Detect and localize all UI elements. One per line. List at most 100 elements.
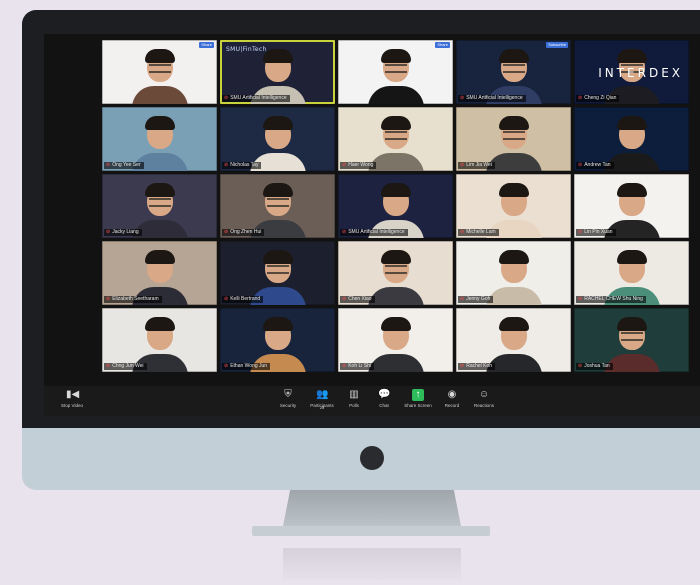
- participant-hair: [262, 183, 293, 197]
- muted-mic-icon: ⊘: [578, 95, 583, 101]
- monitor-base: [252, 526, 490, 536]
- virtual-background-logo: SMU|FinTech: [226, 46, 267, 53]
- participant-name: ⊘ Koh Li Shi: [340, 363, 374, 370]
- participant-hair: [144, 250, 175, 264]
- participant-tile[interactable]: ⊘ Jacky Liang: [102, 174, 217, 238]
- glasses: [502, 64, 525, 73]
- participant-name-text: Kelli Bertrand: [230, 296, 261, 302]
- overlay-badge: Share: [199, 42, 214, 48]
- participant-tile[interactable]: ⊘ Ethan Wong Jun: [220, 308, 335, 372]
- participant-video: [128, 46, 192, 104]
- participant-tile[interactable]: ⊘ Koh Li Shi: [338, 308, 453, 372]
- participant-name-text: Chng Jun Wei: [112, 363, 144, 369]
- participant-tile[interactable]: Subscribe ⊘ SMU Artificial Intelligence: [456, 40, 571, 104]
- participant-body: [131, 86, 188, 104]
- smiley-icon: ☺: [478, 389, 490, 400]
- participant-hair: [144, 116, 175, 130]
- participant-tile[interactable]: ⊘ Kelli Bertrand: [220, 241, 335, 305]
- participant-hair: [380, 116, 411, 130]
- record-icon: ◉: [447, 389, 457, 400]
- participant-tile[interactable]: ⊘ Ong Zhen Hui: [220, 174, 335, 238]
- participant-hair: [262, 49, 293, 63]
- muted-mic-icon: ⊘: [578, 296, 583, 302]
- glasses: [266, 265, 289, 274]
- muted-mic-icon: ⊘: [460, 363, 465, 369]
- participant-name: ⊘ Cheng Zi Qian: [576, 95, 620, 102]
- participant-body: [367, 354, 424, 372]
- participant-name: ⊘ Lin Pin Xuan: [576, 229, 616, 236]
- participant-name: ⊘ Michelle Lam: [458, 229, 499, 236]
- polls-label: Polls: [349, 403, 359, 408]
- muted-mic-icon: ⊘: [224, 296, 229, 302]
- participant-tile[interactable]: SMU|FinTech ⊘ SMU Artificial Intelligence: [220, 40, 335, 104]
- participant-name: ⊘ Ong Yee Ser: [104, 162, 144, 169]
- muted-mic-icon: ⊘: [578, 363, 583, 369]
- reactions-button[interactable]: ☺ Reactions: [462, 389, 506, 409]
- stop-video-label: Stop Video: [61, 403, 83, 408]
- participant-tile[interactable]: INTERDEX ⊘ Cheng Zi Qian: [574, 40, 689, 104]
- participant-name: ⊘ SMU Artificial Intelligence: [222, 95, 290, 102]
- stop-video-button[interactable]: ▮◀ Stop Video: [50, 389, 94, 409]
- overlay-badge: Share: [435, 42, 450, 48]
- participant-name-text: SMU Artificial Intelligence: [348, 229, 405, 235]
- video-camera-icon: ▮◀: [66, 389, 80, 400]
- participant-name-text: RACHEL CHEW Shu Ning: [584, 296, 643, 302]
- zoom-window: Share SMU|FinTech ⊘ SMU Artificial Intellig…: [44, 34, 700, 416]
- participant-video: [364, 46, 428, 104]
- participant-name: ⊘ Haer Wong: [340, 162, 377, 169]
- participant-hair: [380, 317, 411, 331]
- participant-tile[interactable]: ⊘ SMU Artificial Intelligence: [338, 174, 453, 238]
- participant-tile[interactable]: ⊘ RACHEL CHEW Shu Ning: [574, 241, 689, 305]
- participant-tile[interactable]: Share: [338, 40, 453, 104]
- security-label: Security: [279, 403, 297, 408]
- record-label: Record: [444, 403, 460, 408]
- muted-mic-icon: ⊘: [342, 229, 347, 235]
- participant-tile[interactable]: ⊘ Lin Pin Xuan: [574, 174, 689, 238]
- participant-hair: [498, 116, 529, 130]
- participant-name: ⊘ RACHEL CHEW Shu Ning: [576, 296, 646, 303]
- glasses: [384, 64, 407, 73]
- glasses: [384, 131, 407, 140]
- shield-icon: ⛨: [284, 389, 292, 400]
- participant-name-text: Andrew Tan: [584, 162, 611, 168]
- participant-name: ⊘ Joshua Tan: [576, 363, 613, 370]
- participant-tile[interactable]: ⊘ Joshua Tan: [574, 308, 689, 372]
- participant-name-text: Jacky Liang: [112, 229, 139, 235]
- participant-tile[interactable]: Share: [102, 40, 217, 104]
- participant-tile[interactable]: ⊘ Nicholas Tay: [220, 107, 335, 171]
- muted-mic-icon: ⊘: [106, 296, 111, 302]
- share-screen-label: Share Screen: [404, 403, 432, 408]
- muted-mic-icon: ⊘: [578, 229, 583, 235]
- participant-tile[interactable]: ⊘ Elizabeth Seetharam: [102, 241, 217, 305]
- participant-hair: [498, 49, 529, 63]
- participant-hair: [616, 183, 647, 197]
- participant-hair: [262, 250, 293, 264]
- participant-name-text: Jenny Goh: [466, 296, 491, 302]
- participant-body: [367, 287, 424, 305]
- participant-tile[interactable]: ⊘ Chen Xiao: [338, 241, 453, 305]
- participant-name: ⊘ Chen Xiao: [340, 296, 375, 303]
- participant-name-text: Lin Pin Xuan: [584, 229, 613, 235]
- participant-tile[interactable]: ⊘ Andrew Tan: [574, 107, 689, 171]
- participant-name: ⊘ Andrew Tan: [576, 162, 614, 169]
- participant-tile[interactable]: ⊘ Rachel Koh: [456, 308, 571, 372]
- participant-name: ⊘ SMU Artificial Intelligence: [458, 95, 526, 102]
- participant-tile[interactable]: ⊘ Haer Wong: [338, 107, 453, 171]
- participant-tile[interactable]: ⊘ Ong Yee Ser: [102, 107, 217, 171]
- participant-tile[interactable]: ⊘ Chng Jun Wei: [102, 308, 217, 372]
- participant-name-text: Cheng Zi Qian: [584, 95, 617, 101]
- participant-tile[interactable]: ⊘ Jenny Goh: [456, 241, 571, 305]
- participants-label: Participants: [310, 403, 334, 408]
- participant-name-text: Ong Yee Ser: [112, 162, 141, 168]
- muted-mic-icon: ⊘: [578, 162, 583, 168]
- participant-tile[interactable]: ⊘ Michelle Lam: [456, 174, 571, 238]
- participant-body: [367, 86, 424, 104]
- participant-name-text: Chen Xiao: [348, 296, 372, 302]
- participants-icon: 👥25: [316, 389, 329, 410]
- participant-name-text: Elizabeth Seetharam: [112, 296, 159, 302]
- glasses: [620, 332, 643, 341]
- participant-name-text: Haer Wong: [348, 162, 374, 168]
- participant-tile[interactable]: ⊘ Lim Jia Wei: [456, 107, 571, 171]
- glasses: [384, 265, 407, 274]
- participant-hair: [380, 49, 411, 63]
